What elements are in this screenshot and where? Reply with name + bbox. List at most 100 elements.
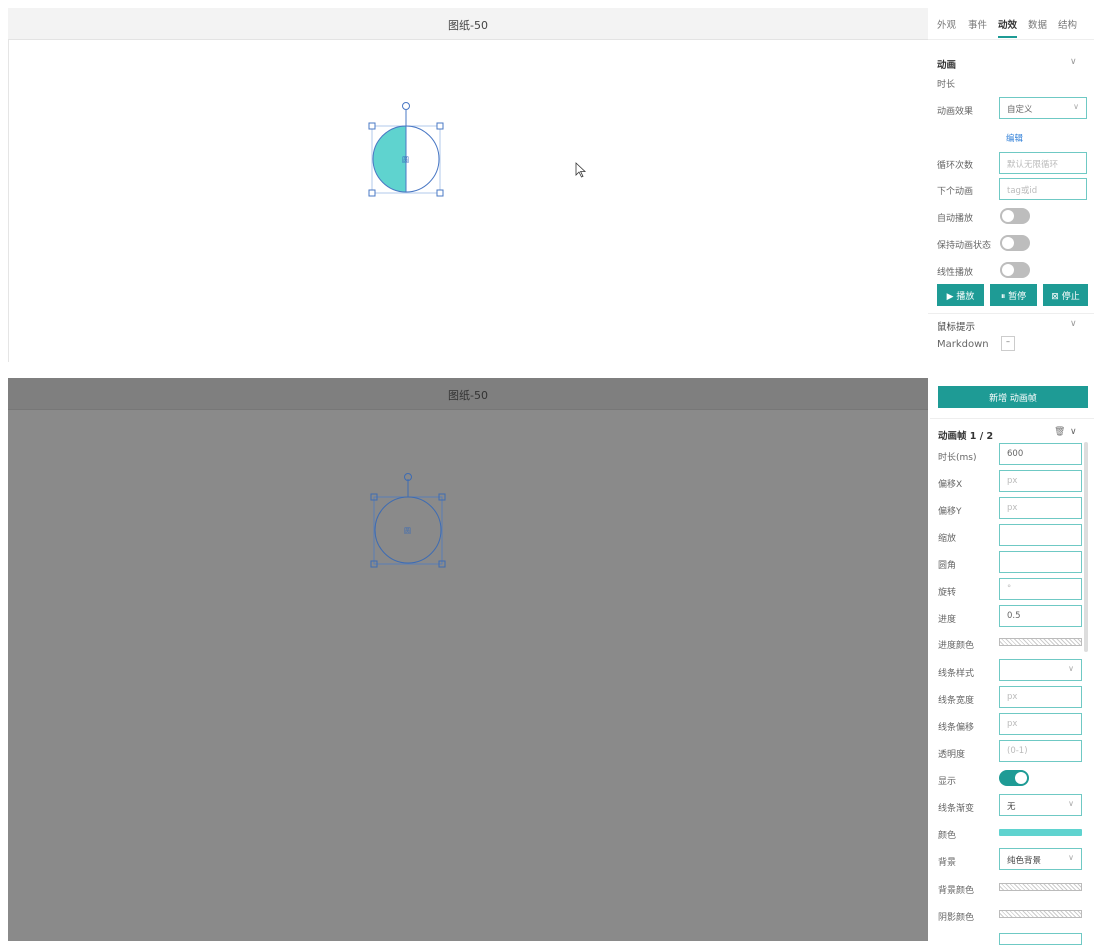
line-width-placeholder: px xyxy=(1007,692,1018,702)
chevron-down-icon: ∨ xyxy=(1073,102,1079,111)
offset-x-placeholder: px xyxy=(1007,476,1018,486)
rotate-placeholder: ° xyxy=(1007,584,1012,594)
resize-handle[interactable] xyxy=(436,189,444,197)
frame-header[interactable]: 动画帧 1 / 2 xyxy=(938,428,993,442)
offset-y-input[interactable]: px xyxy=(999,497,1082,519)
shape-label: 圆 xyxy=(404,527,411,535)
effect-select[interactable]: 自定义 ∨ xyxy=(999,97,1087,119)
line-gradient-select[interactable]: 无 ∨ xyxy=(999,794,1082,816)
shape-selection[interactable] xyxy=(360,100,460,200)
resize-handle[interactable] xyxy=(436,122,444,130)
line-offset-input[interactable]: px xyxy=(999,713,1082,735)
progress-color-label: 进度颜色 xyxy=(938,641,975,651)
background-value: 纯色背景 xyxy=(1007,856,1042,866)
linear-label: 线性播放 xyxy=(937,268,974,278)
next-field-input[interactable] xyxy=(999,933,1082,945)
line-width-input[interactable]: px xyxy=(999,686,1082,708)
background-label: 背景 xyxy=(938,858,957,868)
rotate-handle[interactable] xyxy=(402,102,410,110)
chevron-down-icon[interactable]: ∨ xyxy=(1070,319,1077,329)
line-offset-placeholder: px xyxy=(1007,719,1018,729)
shadow-color-label: 阴影颜色 xyxy=(938,913,975,923)
visible-label: 显示 xyxy=(938,777,957,787)
color-label: 颜色 xyxy=(938,831,957,841)
rotate-label: 旋转 xyxy=(938,588,957,598)
tab-animation[interactable]: 动效 xyxy=(998,17,1018,38)
keep-state-label: 保持动画状态 xyxy=(937,241,992,251)
effect-label: 动画效果 xyxy=(937,107,974,117)
effect-value: 自定义 xyxy=(1007,105,1033,115)
visible-toggle[interactable] xyxy=(999,770,1029,786)
property-tabs: 外观 事件 动效 数据 结构 xyxy=(928,8,1094,40)
chevron-down-icon[interactable]: ∨ xyxy=(1070,57,1077,67)
rotate-input[interactable]: ° xyxy=(999,578,1082,600)
mouse-cursor-icon xyxy=(575,162,587,178)
scale-input[interactable] xyxy=(999,524,1082,546)
canvas-edge xyxy=(8,40,9,362)
stop-button[interactable]: ⊠ 停止 xyxy=(1043,284,1088,306)
progress-label: 进度 xyxy=(938,615,957,625)
offset-x-input[interactable]: px xyxy=(999,470,1082,492)
progress-value: 0.5 xyxy=(1007,611,1021,621)
linear-toggle[interactable] xyxy=(1000,262,1030,278)
opacity-placeholder: (0-1) xyxy=(1007,746,1028,756)
color-picker[interactable] xyxy=(999,829,1082,836)
edit-link[interactable]: 编辑 xyxy=(1006,132,1023,144)
top-editor: 图纸-50 圆 外观 事件 动效 数据 结构 动画 ∨ 时长 动画效果 自定义 xyxy=(0,0,1094,362)
properties-panel: 外观 事件 动效 数据 结构 动画 ∨ 时长 动画效果 自定义 ∨ 编辑 循环次… xyxy=(928,8,1094,362)
radius-input[interactable] xyxy=(999,551,1082,573)
dimmed-canvas: 图纸-50 圆 xyxy=(8,378,928,941)
chevron-down-icon: ∨ xyxy=(1068,664,1074,673)
tab-appearance[interactable]: 外观 xyxy=(937,17,956,31)
progress-input[interactable]: 0.5 xyxy=(999,605,1082,627)
next-animation-placeholder: tag或id xyxy=(1007,186,1038,196)
line-style-label: 线条样式 xyxy=(938,669,975,679)
play-button[interactable]: ▶ 播放 xyxy=(937,284,984,306)
bottom-editor: 图纸-50 圆 新增 动画帧 动画帧 1 / 2 🗑 ∨ 时长(ms) 600 … xyxy=(0,378,1094,945)
line-offset-label: 线条偏移 xyxy=(938,723,975,733)
background-color-label: 背景颜色 xyxy=(938,886,975,896)
shadow-color-picker[interactable] xyxy=(999,910,1082,918)
trash-icon[interactable]: 🗑 xyxy=(1054,427,1065,437)
scale-label: 缩放 xyxy=(938,534,957,544)
radius-label: 圆角 xyxy=(938,561,957,571)
add-frame-button[interactable]: 新增 动画帧 xyxy=(938,386,1088,408)
line-gradient-value: 无 xyxy=(1007,802,1016,812)
section-divider xyxy=(930,418,1094,419)
loop-input[interactable]: 默认无限循环 xyxy=(999,152,1087,174)
background-color-picker[interactable] xyxy=(999,883,1082,891)
offset-y-label: 偏移Y xyxy=(938,507,962,517)
keep-state-toggle[interactable] xyxy=(1000,235,1030,251)
loop-placeholder: 默认无限循环 xyxy=(1007,160,1059,170)
next-animation-label: 下个动画 xyxy=(937,187,974,197)
line-style-select[interactable]: ∨ xyxy=(999,659,1082,681)
animation-section-title[interactable]: 动画 xyxy=(937,57,956,71)
pause-button[interactable]: ⏸ 暂停 xyxy=(990,284,1037,306)
autoplay-toggle[interactable] xyxy=(1000,208,1030,224)
resize-handle[interactable] xyxy=(368,122,376,130)
tooltip-section-title[interactable]: 鼠标提示 xyxy=(937,319,975,333)
shape-selection[interactable] xyxy=(362,471,462,571)
background-select[interactable]: 纯色背景 ∨ xyxy=(999,848,1082,870)
line-gradient-label: 线条渐变 xyxy=(938,804,975,814)
opacity-input[interactable]: (0-1) xyxy=(999,740,1082,762)
opacity-label: 透明度 xyxy=(938,750,966,760)
canvas-titlebar: 图纸-50 xyxy=(8,378,928,410)
chevron-down-icon[interactable]: ∨ xyxy=(1070,427,1077,437)
chevron-down-icon: ∨ xyxy=(1068,799,1074,808)
progress-color-picker[interactable] xyxy=(999,638,1082,646)
offset-y-placeholder: px xyxy=(1007,503,1018,513)
duration-label: 时长 xyxy=(937,80,956,90)
tab-events[interactable]: 事件 xyxy=(968,17,987,31)
tab-structure[interactable]: 结构 xyxy=(1058,17,1077,31)
duration-ms-input[interactable]: 600 xyxy=(999,443,1082,465)
canvas-title: 图纸-50 xyxy=(448,389,488,402)
next-animation-input[interactable]: tag或id xyxy=(999,178,1087,200)
offset-x-label: 偏移X xyxy=(938,480,963,490)
resize-handle[interactable] xyxy=(368,189,376,197)
canvas-title: 图纸-50 xyxy=(448,19,488,32)
tab-data[interactable]: 数据 xyxy=(1028,17,1047,31)
markdown-toggle[interactable]: – xyxy=(1001,336,1015,351)
canvas-titlebar: 图纸-50 xyxy=(8,8,928,40)
scrollbar[interactable] xyxy=(1084,442,1088,652)
